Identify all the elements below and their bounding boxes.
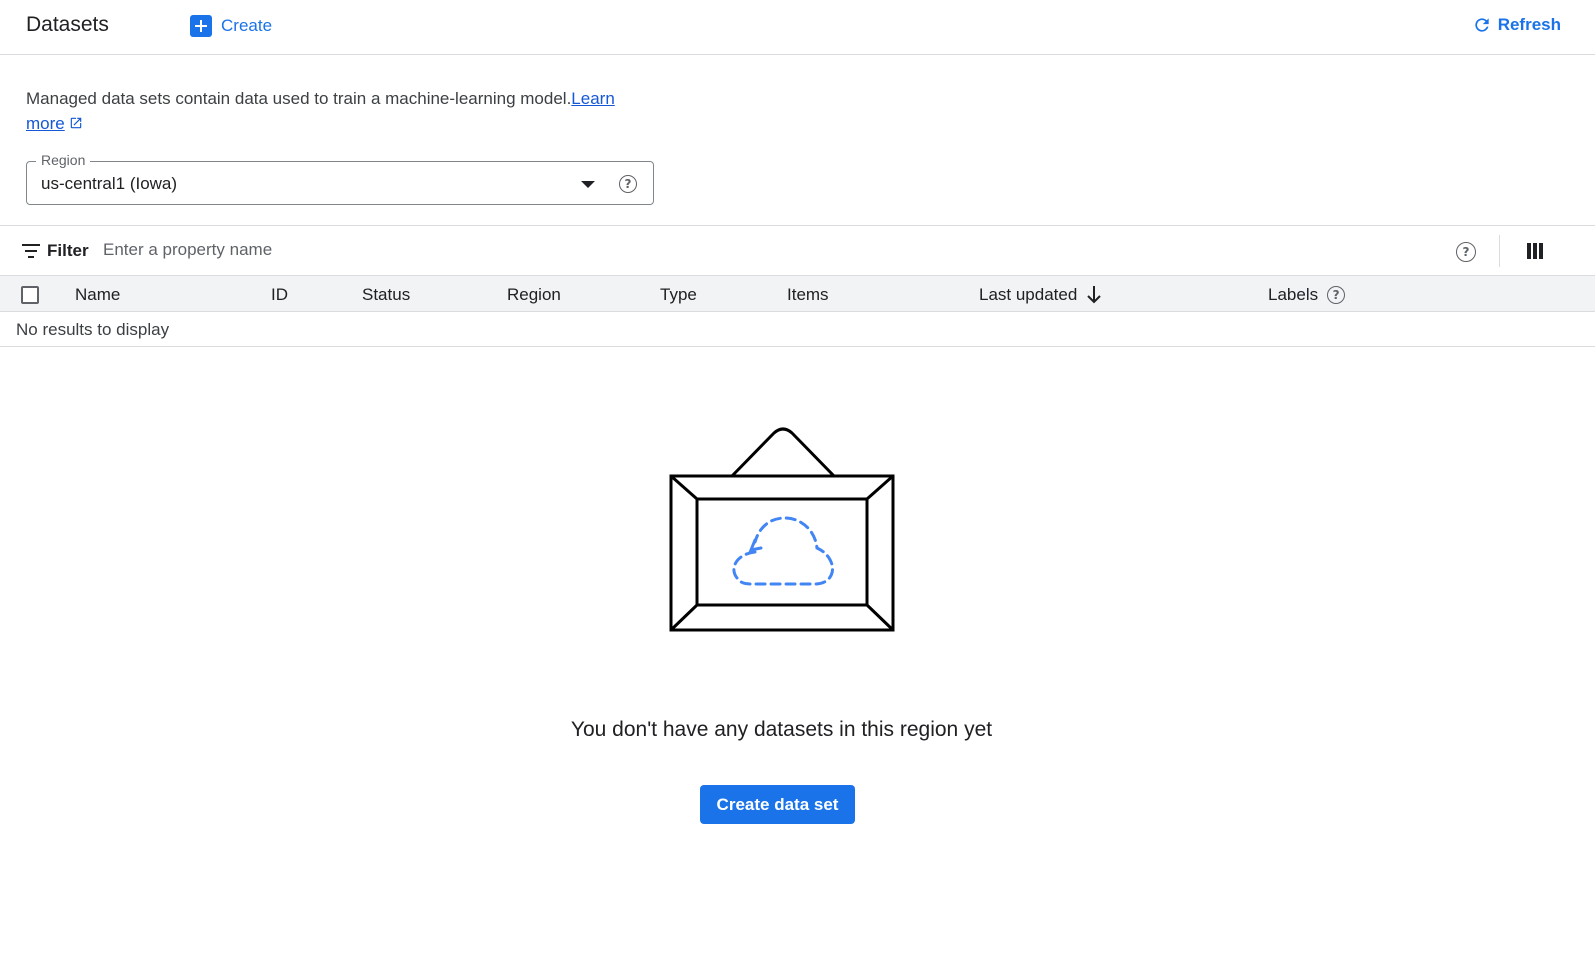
page-title: Datasets (26, 13, 109, 36)
no-results-text: No results to display (16, 320, 170, 339)
region-select[interactable]: Region us-central1 (Iowa) ? (26, 152, 654, 205)
column-display-options-icon[interactable] (1527, 243, 1543, 259)
external-link-icon (70, 117, 81, 129)
select-all-checkbox[interactable] (21, 286, 39, 304)
description-text: Managed data sets contain data used to t… (26, 89, 572, 108)
labels-label: Labels (1268, 285, 1319, 304)
column-header-name[interactable]: Name (75, 285, 120, 305)
sort-descending-icon (1087, 286, 1102, 304)
column-header-status[interactable]: Status (362, 285, 410, 305)
filter-label: Filter (47, 241, 89, 260)
column-header-type[interactable]: Type (660, 285, 697, 305)
region-help-icon[interactable]: ? (619, 175, 637, 193)
refresh-button[interactable]: Refresh (1472, 12, 1561, 38)
page-header: Datasets Create Refresh (0, 0, 1595, 55)
labels-help-icon[interactable]: ? (1327, 286, 1346, 304)
refresh-button-label: Refresh (1497, 15, 1561, 34)
column-header-items[interactable]: Items (787, 285, 829, 305)
create-data-set-button[interactable]: Create data set (700, 785, 855, 824)
create-button-label: Create (221, 16, 273, 35)
page-description: Managed data sets contain data used to t… (26, 86, 646, 136)
dropdown-arrow-icon[interactable] (581, 181, 595, 188)
toolbar-divider (1499, 235, 1500, 267)
filter-bar: Filter ? (0, 226, 1595, 275)
filter-help-icon[interactable]: ? (1456, 242, 1476, 262)
table-empty-row: No results to display (0, 312, 1595, 347)
create-button[interactable]: Create (190, 13, 272, 39)
filter-input[interactable] (103, 238, 603, 262)
region-value: us-central1 (Iowa) (41, 174, 178, 193)
refresh-icon (1475, 18, 1489, 32)
column-header-id[interactable]: ID (271, 285, 288, 305)
add-icon (190, 15, 212, 37)
empty-state-message: You don't have any datasets in this regi… (570, 718, 993, 741)
column-header-region[interactable]: Region (507, 285, 561, 305)
column-header-labels[interactable]: Labels ? (1268, 285, 1346, 305)
last-updated-label: Last updated (979, 285, 1078, 304)
table-header: Name ID Status Region Type Items Last up… (0, 275, 1595, 312)
filter-icon (22, 244, 40, 258)
empty-frame-illustration (669, 427, 895, 632)
column-header-last-updated[interactable]: Last updated (979, 285, 1102, 305)
region-label: Region (36, 152, 91, 168)
